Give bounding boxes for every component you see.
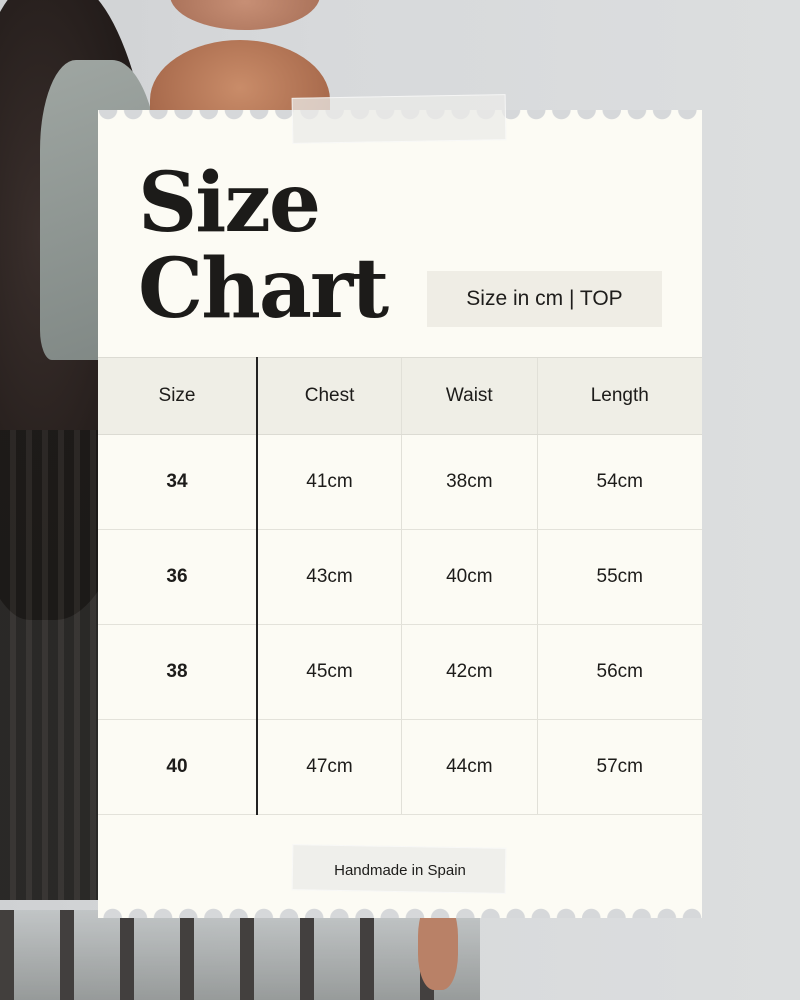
tape-strip-top <box>291 94 507 144</box>
column-header-chest: Chest <box>256 357 402 435</box>
cell-length: 55cm <box>536 529 702 625</box>
cell-length: 57cm <box>536 719 702 815</box>
face-shape <box>170 0 320 30</box>
cell-waist: 38cm <box>401 434 538 530</box>
cell-chest: 45cm <box>256 624 402 720</box>
page-title: Size Chart <box>138 160 389 332</box>
cell-waist: 40cm <box>401 529 538 625</box>
subtitle-text: Size in cm | TOP <box>466 287 623 310</box>
cell-size: 34 <box>98 434 257 530</box>
table-header-row: Size Chest Waist Length <box>98 357 702 435</box>
subtitle-badge: Size in cm | TOP <box>427 271 662 327</box>
cell-size: 40 <box>98 719 257 815</box>
size-table: Size Chest Waist Length 34 41cm 38cm 54c… <box>98 357 702 815</box>
cell-waist: 44cm <box>401 719 538 815</box>
tassels-bottom <box>0 910 480 1000</box>
scalloped-edge-bottom <box>98 904 702 918</box>
cell-length: 54cm <box>536 434 702 530</box>
table-row: 40 47cm 44cm 57cm <box>98 719 702 815</box>
title-line-1: Size <box>138 155 321 251</box>
cell-size: 38 <box>98 624 257 720</box>
cell-size: 36 <box>98 529 257 625</box>
cell-waist: 42cm <box>401 624 538 720</box>
cell-length: 56cm <box>536 624 702 720</box>
cell-chest: 47cm <box>256 719 402 815</box>
column-header-size: Size <box>98 357 257 435</box>
table-row: 34 41cm 38cm 54cm <box>98 434 702 530</box>
column-header-waist: Waist <box>401 357 538 435</box>
column-header-length: Length <box>536 357 702 435</box>
cell-chest: 41cm <box>256 434 402 530</box>
tassels-left <box>0 430 110 900</box>
table-row: 36 43cm 40cm 55cm <box>98 529 702 625</box>
footer-note: Handmade in Spain <box>334 862 466 879</box>
table-row: 38 45cm 42cm 56cm <box>98 624 702 720</box>
title-line-2: Chart <box>138 241 389 337</box>
size-chart-card: Size Chart Size in cm | TOP Size Chest W… <box>98 94 702 918</box>
cell-chest: 43cm <box>256 529 402 625</box>
